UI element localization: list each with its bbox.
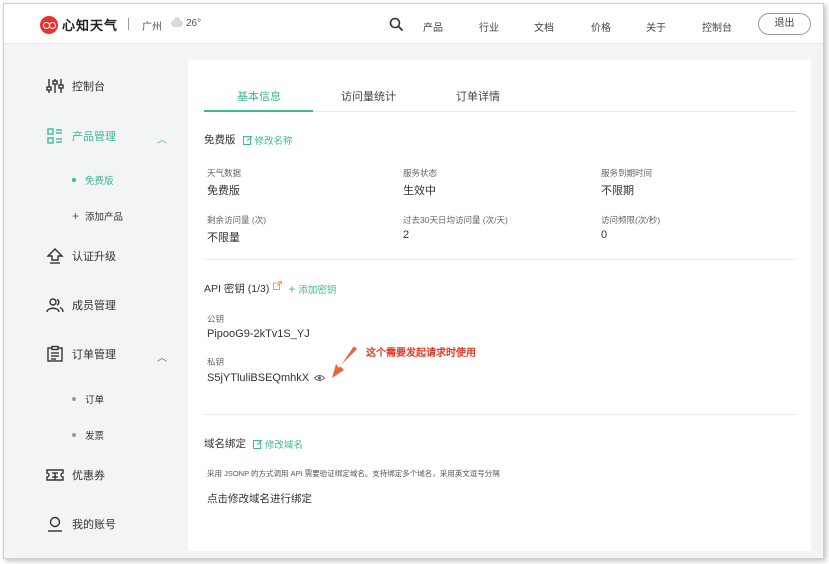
nav-industry[interactable]: 行业 <box>479 19 499 34</box>
sidebar-subitem-invoice[interactable]: 发票 <box>72 428 104 442</box>
search-icon[interactable] <box>389 17 403 31</box>
edit-domain-link[interactable]: 修改域名 <box>253 437 303 451</box>
sidebar-subitem-label: 免费版 <box>85 176 114 187</box>
sidebar-subitem-order[interactable]: 订单 <box>72 392 104 406</box>
nav-console[interactable]: 控制台 <box>702 19 732 34</box>
domain-title: 域名绑定 <box>204 438 246 450</box>
sidebar-item-console[interactable]: 控制台 <box>46 77 105 95</box>
domain-note: 采用 JSONP 的方式调用 API 需要验证绑定域名。支持绑定多个域名，采用英… <box>207 469 500 478</box>
field-value: 免费版 <box>207 185 240 197</box>
plan-title-row: 免费版 修改名称 <box>204 132 293 147</box>
nav-about[interactable]: 关于 <box>646 19 666 34</box>
field-label: 剩余访问量 (次) <box>207 215 267 225</box>
field-label: 服务到期时间 <box>601 168 653 178</box>
chevron-up-icon[interactable]: ︿ <box>157 131 167 146</box>
sidebar-item-label: 产品管理 <box>72 131 116 143</box>
sidebar-item-label: 成员管理 <box>72 300 116 312</box>
city-label[interactable]: 广州 <box>142 18 162 33</box>
tab-order-details[interactable]: 订单详情 <box>456 88 500 104</box>
nav-pricing[interactable]: 价格 <box>591 19 611 34</box>
sidebar-item-coupons[interactable]: 优惠券 <box>46 466 105 484</box>
chevron-up-icon[interactable]: ︿ <box>157 349 167 364</box>
annotation-text: 这个需要发起请求时使用 <box>366 348 476 359</box>
sidebar-item-label: 我的账号 <box>72 519 116 531</box>
sidebar-item-label: 认证升级 <box>72 251 116 263</box>
bullet-icon <box>72 397 76 401</box>
plan-title: 免费版 <box>204 134 236 146</box>
bullet-icon <box>72 178 76 182</box>
members-icon <box>46 298 64 313</box>
field-label: 过去30天日均访问量 (次/天) <box>403 215 508 225</box>
nav-docs[interactable]: 文档 <box>534 19 554 34</box>
field-value: 0 <box>601 229 608 241</box>
field-label: 天气数据 <box>207 168 242 178</box>
sidebar-item-upgrade[interactable]: 认证升级 <box>46 247 116 265</box>
main-panel: 基本信息 访问量统计 订单详情 免费版 修改名称 天气数据 免费版 服务状态 生… <box>188 60 811 551</box>
sidebar-item-products[interactable]: 产品管理 <box>46 127 116 145</box>
tab-bar: 基本信息 访问量统计 订单详情 <box>204 80 796 112</box>
sliders-icon <box>46 79 64 93</box>
field-value: 不限量 <box>207 232 240 244</box>
bullet-icon <box>72 433 76 437</box>
header-separator <box>128 18 129 30</box>
logout-button[interactable]: 退出 <box>758 13 811 35</box>
tab-basic-info[interactable]: 基本信息 <box>237 88 281 104</box>
sidebar-subitem-label: 订单 <box>85 395 105 406</box>
private-key-value: S5jYTluliBSEQmhkX <box>207 372 310 384</box>
coupon-icon <box>46 469 64 481</box>
app-window: 心知天气 广州 26° 产品 行业 文档 价格 关于 控制台 退出 控制台 产品… <box>3 3 824 559</box>
plus-icon: + <box>72 209 80 223</box>
eye-icon[interactable] <box>314 374 325 382</box>
edit-name-link[interactable]: 修改名称 <box>242 133 293 147</box>
order-icon <box>47 345 63 362</box>
logo[interactable]: 心知天气 <box>40 15 118 34</box>
sidebar-subitem-free-plan[interactable]: 免费版 <box>72 173 114 187</box>
grid-list-icon <box>47 128 62 144</box>
upgrade-icon <box>46 248 64 264</box>
public-key-value: PipooG9-2kTv1S_YJ <box>207 328 310 340</box>
domain-bind-action[interactable]: 点击修改域名进行绑定 <box>207 491 312 506</box>
sidebar-item-label: 订单管理 <box>72 349 116 361</box>
public-key-label: 公钥 <box>207 314 225 324</box>
edit-icon <box>253 439 263 449</box>
external-link-icon[interactable] <box>273 281 283 290</box>
add-key-link[interactable]: + 添加密钥 <box>288 282 336 296</box>
sidebar-subitem-add-product[interactable]: + 添加产品 <box>72 209 123 223</box>
user-icon <box>48 516 62 532</box>
cloud-icon <box>171 17 183 27</box>
tab-traffic-stats[interactable]: 访问量统计 <box>341 88 396 104</box>
logo-text: 心知天气 <box>62 18 119 33</box>
sidebar: 控制台 产品管理 ︿ 免费版 + 添加产品 认证升级 成员管理 订单管理 ︿ 订… <box>4 44 189 558</box>
field-label: 访问频限(次/秒) <box>601 215 661 225</box>
sidebar-item-label: 控制台 <box>72 81 105 93</box>
temperature-label: 26° <box>186 18 202 29</box>
api-title: API 密钥 (1/3) <box>204 283 270 295</box>
top-header: 心知天气 广州 26° 产品 行业 文档 价格 关于 控制台 退出 <box>4 4 823 44</box>
section-divider <box>204 414 796 415</box>
active-tab-indicator <box>204 110 313 112</box>
field-value: 生效中 <box>403 185 436 197</box>
field-label: 服务状态 <box>403 168 438 178</box>
arrow-annotation-icon <box>332 347 357 378</box>
sidebar-item-orders[interactable]: 订单管理 <box>46 345 116 363</box>
field-value: 不限期 <box>601 185 634 197</box>
section-divider <box>204 259 796 260</box>
edit-domain-label: 修改域名 <box>265 439 304 451</box>
plus-icon: + <box>288 281 296 296</box>
sidebar-item-account[interactable]: 我的账号 <box>46 515 116 533</box>
edit-icon <box>242 135 252 145</box>
private-key-label: 私钥 <box>207 357 225 367</box>
add-key-label: 添加密钥 <box>298 284 337 296</box>
logo-mark-icon <box>40 15 58 34</box>
domain-title-row: 域名绑定 修改域名 <box>204 436 303 451</box>
edit-name-label: 修改名称 <box>254 135 293 147</box>
sidebar-subitem-label: 添加产品 <box>85 212 124 223</box>
sidebar-subitem-label: 发票 <box>85 431 105 442</box>
sidebar-item-label: 优惠券 <box>72 470 105 482</box>
sidebar-item-members[interactable]: 成员管理 <box>46 296 116 314</box>
field-value: 2 <box>403 229 410 241</box>
api-title-row: API 密钥 (1/3) + 添加密钥 <box>204 281 336 296</box>
nav-products[interactable]: 产品 <box>423 19 443 34</box>
